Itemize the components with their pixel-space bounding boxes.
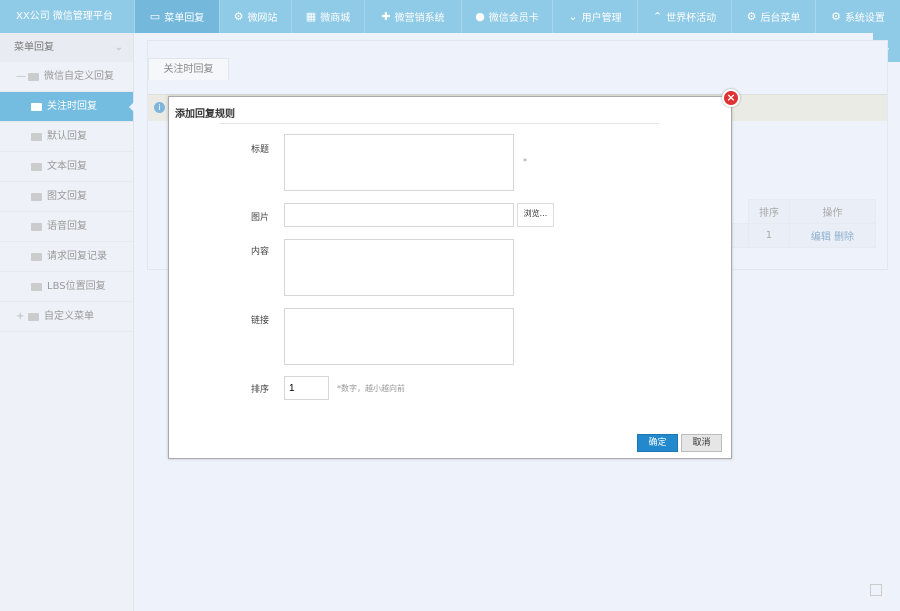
chevron-down-icon: ⌄	[114, 42, 123, 53]
rules-table: 排序操作 m1编辑 删除	[708, 199, 877, 248]
nav-admin-menu[interactable]: ⚙ 后台菜单	[731, 0, 815, 33]
sidebar-item-label: 关注时回复	[47, 100, 97, 112]
nav-label: 后台菜单	[760, 13, 801, 24]
nav-label: 世界杯活动	[666, 13, 717, 24]
sidebar-item-text-reply[interactable]: 文本回复	[0, 152, 133, 182]
required-mark: *	[523, 157, 527, 166]
nav-user-management[interactable]: ⌄ 用户管理	[552, 0, 637, 33]
sidebar-item-default-reply[interactable]: 默认回复	[0, 122, 133, 152]
folder-icon	[31, 162, 42, 171]
gear-icon: ⚙	[233, 10, 244, 23]
nav-label: 用户管理	[581, 13, 622, 24]
content-input[interactable]	[284, 239, 514, 296]
browse-button[interactable]: 浏览...	[517, 203, 554, 227]
add-rule-dialog: 添加回复规则 × 标题 * 图片 浏览... 内容 链接 排序 *数字，越小越向…	[168, 89, 740, 459]
sidebar-item-label: 默认回复	[47, 130, 87, 142]
link-label: 链接	[251, 316, 270, 326]
nav-micro-site[interactable]: ⚙ 微网站	[219, 0, 291, 33]
nav-label: 微营销系统	[394, 13, 445, 24]
divider	[219, 123, 659, 124]
puzzle-icon: ✚	[381, 10, 391, 23]
sidebar-item-label: 自定义菜单	[44, 310, 94, 322]
edit-link[interactable]: 编辑	[811, 232, 831, 243]
folder-icon	[31, 102, 42, 111]
sidebar-item-request-log[interactable]: 请求回复记录	[0, 242, 133, 272]
content-label: 内容	[251, 247, 270, 257]
sidebar-item-label: 微信自定义回复	[44, 70, 114, 82]
expand-icon: +	[16, 310, 25, 322]
chevron-up-icon: ⌃	[652, 10, 663, 23]
sidebar-item-label: 请求回复记录	[47, 250, 107, 262]
folder-icon	[31, 282, 42, 291]
sidebar-item-label: 文本回复	[47, 160, 87, 172]
column-header-order: 排序	[748, 199, 790, 224]
info-icon: i	[154, 102, 165, 113]
top-nav-bar: XX公司 微信管理平台 ▭ 菜单回复 ⚙ 微网站 ▦ 微商城 ✚ 微营销系统 ● 微信会员…	[0, 0, 900, 33]
folder-icon	[28, 312, 39, 321]
order-hint: *数字，越小越向前	[337, 384, 405, 393]
link-input[interactable]	[284, 308, 514, 365]
brand-title: XX公司 微信管理平台	[16, 11, 113, 22]
dialog-title: 添加回复规则	[175, 109, 235, 120]
close-icon[interactable]: ×	[722, 89, 740, 107]
resize-icon[interactable]	[870, 584, 882, 596]
sidebar-item-follow-reply[interactable]: 关注时回复	[0, 92, 134, 122]
tab-follow-reply[interactable]: 关注时回复	[148, 58, 229, 80]
folder-icon	[31, 192, 42, 201]
title-label: 标题	[251, 145, 270, 155]
cell-order: 1	[748, 223, 790, 248]
table-header-row: 排序 操作	[709, 199, 877, 224]
sidebar-group-custom-reply[interactable]: — 微信自定义回复	[0, 62, 133, 92]
sidebar-header[interactable]: 菜单回复 ⌄	[0, 33, 133, 62]
nav-micro-mall[interactable]: ▦ 微商城	[291, 0, 364, 33]
table-row: m1编辑 删除	[708, 223, 877, 248]
image-input[interactable]	[284, 203, 514, 227]
sidebar-item-label: LBS位置回复	[47, 280, 106, 292]
nav-member-card[interactable]: ● 微信会员卡	[461, 0, 552, 33]
nav-world-cup[interactable]: ⌃ 世界杯活动	[637, 0, 731, 33]
sidebar-item-label: 语音回复	[47, 220, 87, 232]
sidebar-item-news-reply[interactable]: 图文回复	[0, 182, 133, 212]
nav-marketing[interactable]: ✚ 微营销系统	[364, 0, 461, 33]
sidebar-item-voice-reply[interactable]: 语音回复	[0, 212, 133, 242]
folder-icon	[31, 132, 42, 141]
collapse-icon: —	[16, 70, 26, 82]
folder-icon	[31, 252, 42, 261]
order-input[interactable]	[284, 376, 329, 400]
sidebar: 菜单回复 ⌄ — 微信自定义回复 关注时回复 默认回复 文本回复 图文回复 语音回复…	[0, 33, 134, 611]
nav-label: 微商城	[320, 13, 351, 24]
nav-label: 微信会员卡	[488, 13, 539, 24]
shop-icon: ▦	[305, 10, 317, 23]
sidebar-group-custom-menu[interactable]: + 自定义菜单	[0, 302, 133, 332]
sidebar-item-lbs-reply[interactable]: LBS位置回复	[0, 272, 133, 302]
order-label: 排序	[251, 385, 270, 395]
sidebar-header-label: 菜单回复	[14, 42, 54, 53]
column-header-actions: 操作	[788, 199, 877, 224]
nav-label: 微网站	[247, 13, 278, 24]
delete-link[interactable]: 删除	[834, 232, 854, 243]
monitor-icon: ▭	[149, 10, 161, 23]
gear-icon: ⚙	[746, 10, 757, 23]
nav-menu-reply[interactable]: ▭ 菜单回复	[134, 0, 219, 33]
nav-system-settings[interactable]: ⚙ 系统设置	[815, 0, 900, 33]
cancel-button[interactable]: 取消	[681, 434, 722, 452]
gear-icon: ⚙	[831, 10, 841, 23]
image-label: 图片	[251, 213, 270, 223]
confirm-button[interactable]: 确定	[637, 434, 678, 452]
folder-icon	[31, 222, 42, 231]
folder-icon	[28, 72, 39, 81]
user-icon: ●	[475, 10, 485, 23]
nav-label: 菜单回复	[164, 13, 205, 24]
nav-label: 系统设置	[844, 13, 885, 24]
sidebar-item-label: 图文回复	[47, 190, 87, 202]
title-input[interactable]	[284, 134, 514, 191]
chevron-down-icon: ⌄	[568, 10, 578, 23]
